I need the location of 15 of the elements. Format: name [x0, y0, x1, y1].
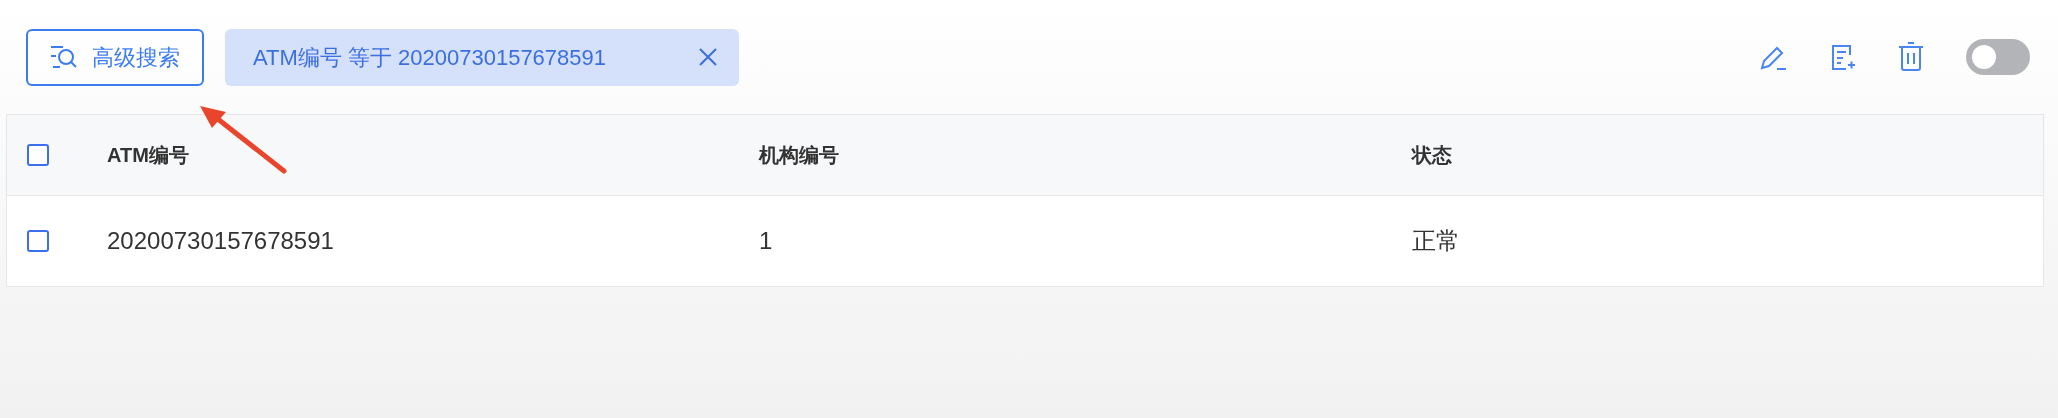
search-filter-icon: [50, 44, 78, 70]
toggle-switch[interactable]: [1966, 39, 2030, 75]
checkbox[interactable]: [27, 230, 49, 252]
add-document-icon[interactable]: [1830, 43, 1856, 71]
advanced-search-button[interactable]: 高级搜索: [26, 28, 204, 86]
column-header: 机构编号: [759, 144, 839, 166]
table-cell: 正常: [1412, 227, 1460, 254]
trash-icon[interactable]: [1898, 42, 1924, 72]
column-header: ATM编号: [107, 144, 189, 166]
checkbox[interactable]: [27, 144, 49, 166]
column-header: 状态: [1412, 144, 1452, 166]
close-icon[interactable]: [699, 48, 717, 66]
filter-tag-text: ATM编号 等于 20200730157678591: [253, 43, 608, 72]
table-cell: 1: [759, 227, 773, 254]
table-cell: 20200730157678591: [107, 227, 334, 254]
